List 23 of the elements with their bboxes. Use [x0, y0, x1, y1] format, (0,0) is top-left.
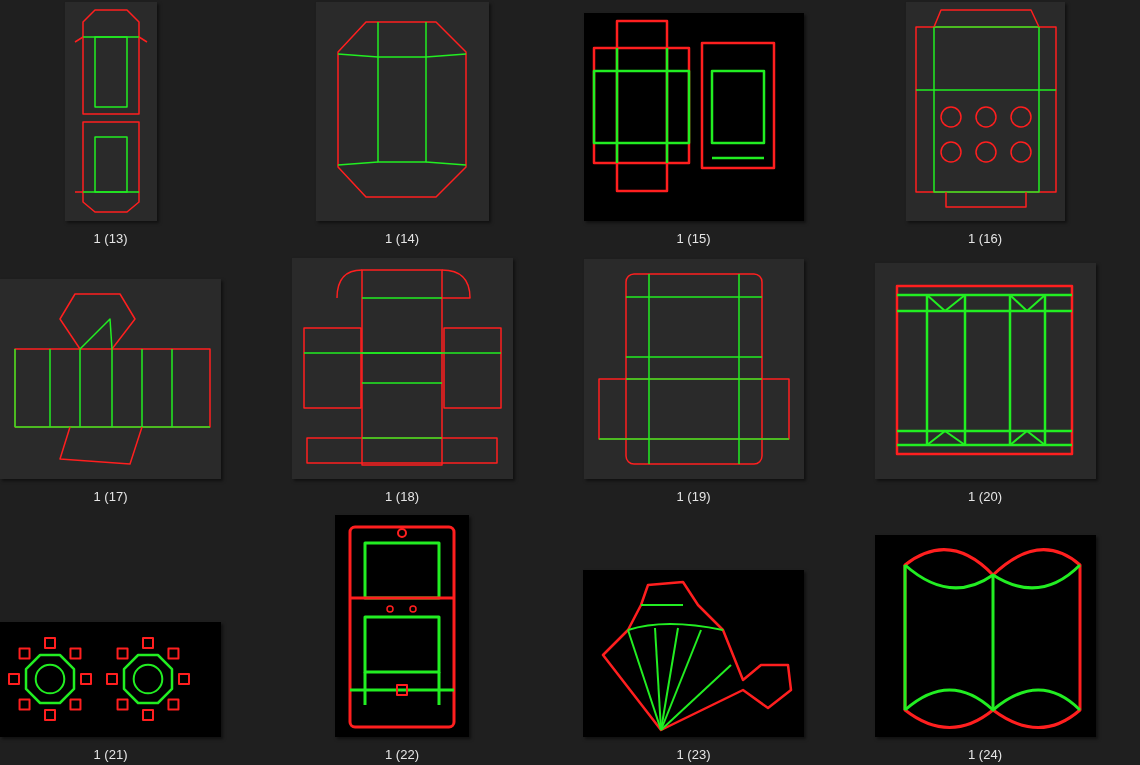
file-name[interactable]: 1 (21) [93, 746, 128, 764]
file-name[interactable]: 1 (13) [93, 230, 128, 248]
file-name[interactable]: 1 (23) [676, 746, 711, 764]
file-name[interactable]: 1 (15) [676, 230, 711, 248]
dieline-drawing[interactable] [905, 2, 1065, 221]
dieline-drawing[interactable] [0, 622, 221, 737]
file-name[interactable]: 1 (20) [968, 488, 1002, 506]
file-name[interactable]: 1 (17) [93, 488, 128, 506]
file-name[interactable]: 1 (22) [385, 746, 419, 764]
file-name[interactable]: 1 (19) [676, 488, 711, 506]
dieline-drawing[interactable] [315, 2, 489, 221]
dieline-drawing[interactable] [583, 259, 804, 479]
file-name[interactable]: 1 (18) [385, 488, 419, 506]
dieline-drawing[interactable] [335, 515, 469, 737]
dieline-drawing[interactable] [583, 13, 804, 221]
dieline-drawing[interactable] [874, 535, 1096, 737]
dieline-drawing[interactable] [583, 570, 804, 737]
file-name[interactable]: 1 (24) [968, 746, 1002, 764]
dieline-drawing[interactable] [0, 279, 221, 479]
file-name[interactable]: 1 (16) [968, 230, 1002, 248]
dieline-drawing[interactable] [64, 2, 157, 221]
dieline-drawing[interactable] [874, 263, 1096, 479]
file-name[interactable]: 1 (14) [385, 230, 419, 248]
